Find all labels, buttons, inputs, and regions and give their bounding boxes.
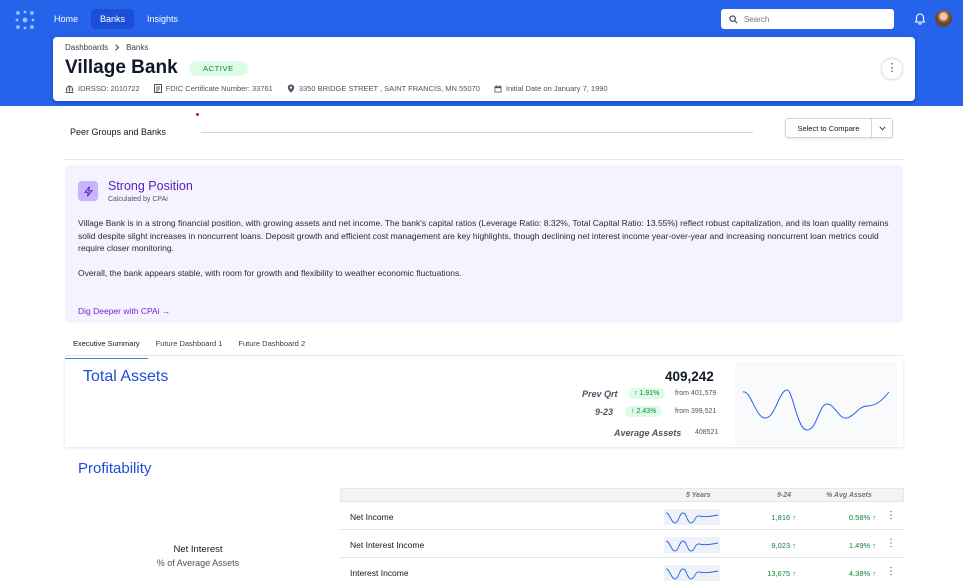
address-text: 3350 BRIDGE STREET , SAINT FRANCIS, MN 5…	[298, 84, 480, 93]
bank-meta: IDRSSD: 2010722 FDIC Certificate Number:…	[65, 84, 608, 93]
breadcrumb: Dashboards Banks	[65, 43, 148, 52]
prev-qrt-change-badge: ↑ 1.91%	[628, 388, 666, 399]
average-assets-value: 408521	[695, 429, 719, 436]
cpai-paragraph-2: Overall, the bank appears stable, with r…	[78, 267, 462, 278]
avatar[interactable]	[935, 10, 952, 27]
peer-groups-label: Peer Groups and Banks	[70, 127, 167, 137]
tab-future-dashboard-1[interactable]: Future Dashboard 1	[148, 334, 231, 360]
meta-idrssd: IDRSSD: 2010722	[65, 84, 140, 93]
bank-header-card: Dashboards Banks Village Bank ACTIVE IDR…	[53, 37, 915, 101]
kebab-icon: ⋮	[886, 62, 898, 74]
dig-deeper-link[interactable]: Dig Deeper with CPAi →	[78, 306, 170, 316]
profitability-table: 5 Years 9-24 % Avg Assets Net Income 1,8…	[340, 488, 904, 585]
table-row[interactable]: Net Interest Income 9,023 ↑ 1.49% ↑ ⋮	[340, 530, 904, 558]
main-nav: Home Banks Insights	[45, 9, 187, 29]
peer-divider	[201, 132, 753, 133]
initial-date-text: Initial Date on January 7, 1990	[505, 84, 608, 93]
yoy-from: from 399,521	[675, 408, 717, 415]
peer-groups-section: Peer Groups and Banks Select to Compare	[63, 106, 905, 160]
certificate-icon	[153, 84, 162, 93]
meta-address: 3350 BRIDGE STREET , SAINT FRANCIS, MN 5…	[287, 84, 480, 93]
row-pct: 4.38% ↑	[848, 569, 876, 578]
row-pct: 1.49% ↑	[848, 541, 876, 550]
row-name: Interest Income	[350, 568, 409, 578]
calendar-icon	[494, 84, 502, 92]
search-input[interactable]	[744, 14, 884, 24]
col-avg-assets: % Avg Assets	[826, 492, 872, 499]
dashboard-tabs: Executive Summary Future Dashboard 1 Fut…	[65, 334, 313, 360]
tab-future-dashboard-2[interactable]: Future Dashboard 2	[230, 334, 313, 360]
table-row[interactable]: Net Income 1,816 ↑ 0.58% ↑ ⋮	[340, 502, 904, 530]
nav-insights[interactable]: Insights	[138, 9, 187, 29]
row-pct: 0.58% ↑	[848, 513, 876, 522]
more-options-button[interactable]: ⋮	[882, 59, 902, 79]
cpai-paragraph-1: Village Bank is in a strong financial po…	[78, 218, 889, 253]
nav-home[interactable]: Home	[45, 9, 87, 29]
average-assets-label: Average Assets	[614, 428, 682, 438]
search-box	[721, 9, 894, 29]
total-assets-title: Total Assets	[83, 368, 169, 385]
app-logo-icon[interactable]	[14, 9, 36, 31]
kebab-icon[interactable]: ⋮	[886, 538, 896, 549]
cpai-subtitle: Calculated by CPAi	[108, 196, 168, 203]
status-badge: ACTIVE	[189, 61, 248, 76]
row-value: 13,675 ↑	[767, 569, 796, 578]
select-compare-label[interactable]: Select to Compare	[786, 119, 872, 137]
breadcrumb-dashboards[interactable]: Dashboards	[65, 43, 108, 52]
bank-icon	[65, 84, 74, 93]
fdic-text: FDIC Certificate Number: 33761	[165, 84, 273, 93]
row-name: Net Interest Income	[350, 540, 425, 550]
row-name: Net Income	[350, 512, 394, 522]
col-9-24: 9-24	[777, 492, 792, 499]
table-header: 5 Years 9-24 % Avg Assets	[340, 488, 904, 502]
kebab-icon[interactable]: ⋮	[886, 566, 896, 577]
net-interest-chart-title: Net Interest	[173, 544, 223, 555]
col-5-years: 5 Years	[686, 492, 711, 499]
meta-initial-date: Initial Date on January 7, 1990	[494, 84, 608, 93]
location-pin-icon	[287, 84, 295, 93]
row-value: 9,023 ↑	[771, 541, 796, 550]
lightning-icon	[78, 181, 98, 201]
breadcrumb-banks[interactable]: Banks	[126, 43, 148, 52]
total-assets-value: 409,242	[665, 369, 714, 384]
table-row[interactable]: Interest Income 13,675 ↑ 4.38% ↑ ⋮	[340, 558, 904, 585]
net-interest-chart-subtitle: % of Average Assets	[156, 558, 240, 568]
chevron-down-icon[interactable]	[872, 119, 892, 137]
row-value: 1,816 ↑	[771, 513, 796, 522]
idrssd-text: IDRSSD: 2010722	[78, 84, 140, 93]
nav-banks[interactable]: Banks	[91, 9, 135, 29]
prev-qrt-from: from 401,579	[675, 390, 717, 397]
row-sparkline	[664, 537, 720, 553]
cpai-summary-card: Strong Position Calculated by CPAi Villa…	[65, 165, 903, 323]
chevron-right-icon	[115, 44, 120, 51]
indicator-dot	[196, 113, 199, 116]
total-assets-sparkline	[735, 362, 897, 446]
cpai-body: Village Bank is in a strong financial po…	[78, 217, 894, 279]
tab-divider	[65, 355, 903, 356]
row-sparkline	[664, 565, 720, 581]
search-icon	[729, 14, 738, 23]
profitability-title: Profitability	[78, 460, 152, 477]
bell-icon[interactable]	[913, 12, 927, 26]
page-content: Peer Groups and Banks Select to Compare …	[63, 106, 905, 585]
row-sparkline	[664, 509, 720, 525]
meta-fdic: FDIC Certificate Number: 33761	[153, 84, 273, 93]
yoy-label: 9-23	[595, 407, 614, 417]
prev-qrt-label: Prev Qrt	[582, 389, 618, 399]
tab-executive-summary[interactable]: Executive Summary	[65, 334, 148, 360]
total-assets-card: Total Assets 409,242 Prev Qrt ↑ 1.91% fr…	[65, 359, 903, 447]
cpai-title: Strong Position	[108, 179, 193, 193]
kebab-icon[interactable]: ⋮	[886, 510, 896, 521]
select-compare-dropdown[interactable]: Select to Compare	[785, 118, 893, 138]
yoy-change-badge: ↑ 2.43%	[625, 406, 663, 417]
page-title: Village Bank	[65, 57, 178, 78]
